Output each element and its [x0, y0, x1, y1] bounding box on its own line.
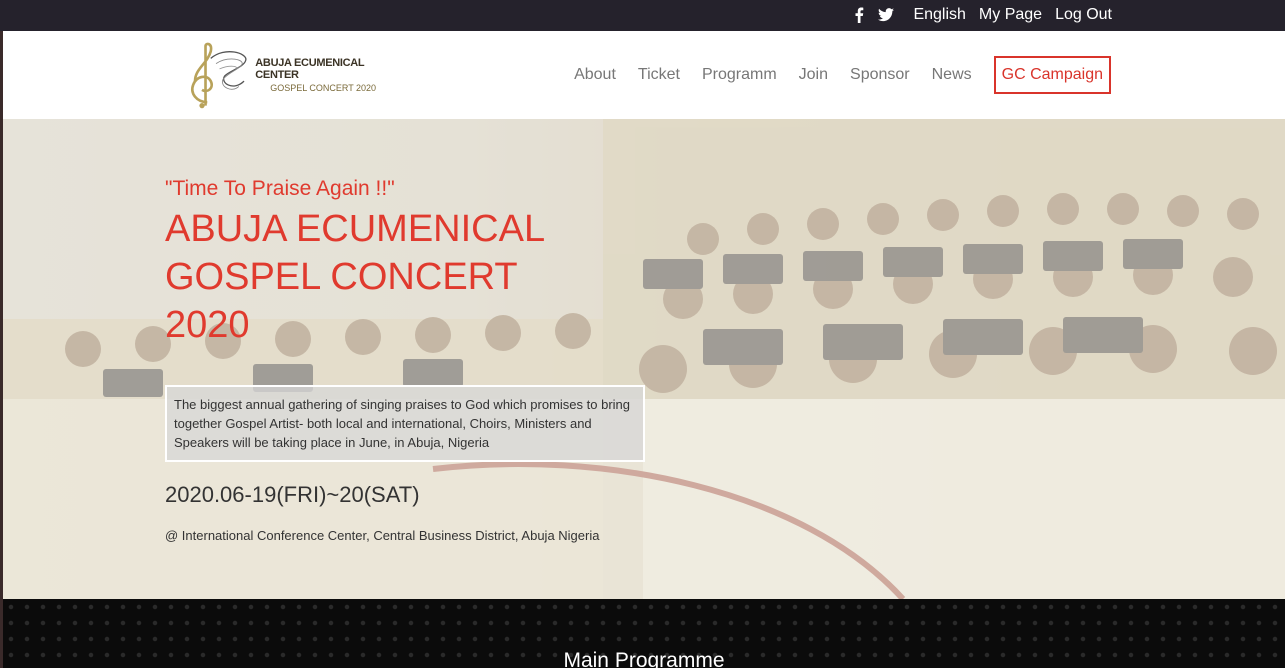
hero-banner: "Time To Praise Again !!" ABUJA ECUMENIC… [3, 119, 1285, 599]
nav-item-join[interactable]: Join [799, 66, 828, 84]
hero-content: "Time To Praise Again !!" ABUJA ECUMENIC… [165, 177, 665, 543]
programme-section: Main Programme [3, 599, 1285, 668]
facebook-icon[interactable] [851, 7, 867, 23]
logo-text: ABUJA ECUMENICAL CENTER GOSPEL CONCERT 2… [255, 57, 391, 93]
gc-campaign-button[interactable]: GC Campaign [993, 56, 1111, 94]
nav-item-sponsor[interactable]: Sponsor [850, 66, 910, 84]
logo-line-2: GOSPEL CONCERT 2020 [270, 83, 377, 93]
language-link[interactable]: English [913, 6, 965, 24]
hero-tagline: "Time To Praise Again !!" [165, 177, 395, 200]
nav-item-programm[interactable]: Programm [702, 66, 777, 84]
logout-link[interactable]: Log Out [1055, 6, 1112, 24]
top-bar: English My Page Log Out [0, 0, 1285, 31]
nav-item-news[interactable]: News [932, 66, 972, 84]
my-page-link[interactable]: My Page [979, 6, 1042, 24]
event-venue: @ International Conference Center, Centr… [165, 528, 600, 543]
top-links: English My Page Log Out [851, 6, 1112, 24]
social-links [851, 7, 895, 23]
logo-line-1: ABUJA ECUMENICAL CENTER [255, 57, 365, 81]
page-frame: ABUJA ECUMENICAL CENTER GOSPEL CONCERT 2… [3, 31, 1285, 668]
twitter-icon[interactable] [878, 7, 895, 23]
main-navbar: ABUJA ECUMENICAL CENTER GOSPEL CONCERT 2… [3, 31, 1285, 119]
nav-item-about[interactable]: About [574, 66, 616, 84]
nav-item-ticket[interactable]: Ticket [638, 66, 680, 84]
hero-description: The biggest annual gathering of singing … [165, 385, 645, 462]
site-logo[interactable]: ABUJA ECUMENICAL CENTER GOSPEL CONCERT 2… [181, 35, 391, 115]
event-dates: 2020.06-19(FRI)~20(SAT) [165, 482, 420, 507]
hero-title: ABUJA ECUMENICAL GOSPEL CONCERT 2020 [165, 208, 544, 346]
section-heading: Main Programme [563, 649, 725, 668]
main-nav: About Ticket Programm Join Sponsor News … [574, 56, 1111, 94]
treble-clef-logo-icon [191, 42, 247, 109]
